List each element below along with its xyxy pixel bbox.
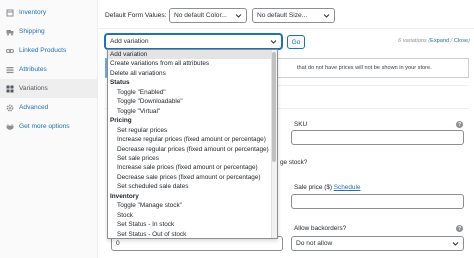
truck-icon: [6, 28, 14, 36]
variation-count-text: 6 variations: [398, 38, 427, 44]
notice-text: that do not have prices will not be show…: [297, 65, 432, 71]
gear-icon: [6, 104, 14, 112]
dropdown-group-label: Status: [110, 79, 130, 87]
default-size-value: No default Size...: [257, 12, 308, 19]
default-color-value: No default Color...: [174, 12, 227, 19]
tab-label: Inventory: [19, 9, 47, 16]
dropdown-option[interactable]: Toggle "Downloadable": [108, 97, 277, 106]
chevron-down-icon: [323, 14, 330, 18]
chevron-down-icon: [235, 14, 242, 18]
scrollbar-thumb[interactable]: [272, 52, 276, 162]
tab-label: Attributes: [19, 66, 47, 73]
grid-icon: [6, 85, 14, 93]
backorders-label: Allow backorders?: [294, 225, 347, 232]
tab-label: Shipping: [19, 28, 45, 35]
sku-label: SKU: [294, 121, 308, 128]
plugin-icon: [6, 123, 14, 131]
tab-advanced[interactable]: Advanced: [0, 98, 97, 117]
tab-variations[interactable]: Variations: [0, 79, 97, 98]
default-color-select[interactable]: No default Color...: [169, 8, 247, 23]
schedule-link[interactable]: Schedule: [334, 184, 361, 191]
dropdown-option[interactable]: Set sale prices: [108, 154, 277, 163]
product-data-tabs: Inventory Shipping Linked Products Attri…: [0, 0, 98, 258]
tab-inventory[interactable]: Inventory: [0, 3, 97, 22]
sale-price-input[interactable]: [291, 194, 464, 209]
tab-label: Get more options: [19, 123, 70, 130]
chevron-down-icon: [270, 40, 277, 44]
expand-link[interactable]: Expand: [430, 38, 449, 44]
tab-label: Linked Products: [19, 47, 67, 54]
bulk-action-dropdown: Add variation Create variations from all …: [107, 49, 278, 239]
divider: [98, 28, 474, 29]
default-size-select[interactable]: No default Size...: [252, 8, 335, 23]
dropdown-option[interactable]: Stock: [108, 211, 277, 220]
dropdown-group-label: Inventory: [110, 192, 139, 200]
tab-label: Variations: [19, 85, 48, 92]
go-button[interactable]: Go: [287, 35, 305, 49]
sale-price-label: Sale price ($) Schedule: [294, 184, 361, 191]
list-icon: [6, 66, 14, 74]
dropdown-option[interactable]: Set regular prices: [108, 126, 277, 135]
help-icon[interactable]: ?: [456, 121, 463, 128]
manage-stock-label: ge stock?: [280, 159, 308, 166]
help-icon[interactable]: ?: [456, 225, 463, 232]
backorders-value: Do not allow: [296, 240, 333, 247]
variation-count: 6 variations (Expand / Close): [398, 38, 470, 44]
dropdown-option[interactable]: Toggle "Enabled": [108, 88, 277, 97]
dropdown-option[interactable]: Decrease regular prices (fixed amount or…: [108, 145, 277, 154]
sku-input[interactable]: [291, 130, 464, 145]
dropdown-option[interactable]: Create variations from all attributes: [108, 59, 277, 68]
dropdown-option[interactable]: Toggle "Virtual": [108, 107, 277, 116]
dropdown-option[interactable]: Delete all variations: [108, 69, 277, 78]
dropdown-option[interactable]: Toggle "Manage stock": [108, 201, 277, 210]
backorders-select[interactable]: Do not allow: [291, 236, 464, 251]
dropdown-option[interactable]: Add variation: [108, 50, 277, 59]
link-icon: [6, 47, 14, 55]
default-form-values-label: Default Form Values:: [105, 12, 167, 19]
dropdown-group-label: Pricing: [110, 117, 132, 125]
scrollbar[interactable]: [271, 50, 277, 238]
tab-attributes[interactable]: Attributes: [0, 60, 97, 79]
dropdown-option[interactable]: Increase regular prices (fixed amount or…: [108, 135, 277, 144]
dropdown-option[interactable]: Increase sale prices (fixed amount or pe…: [108, 163, 277, 172]
dropdown-option[interactable]: Set Status - Out of stock: [108, 230, 277, 238]
tab-linked-products[interactable]: Linked Products: [0, 41, 97, 60]
chevron-down-icon: [452, 242, 459, 246]
inventory-icon: [6, 9, 14, 17]
bulk-action-value: Add variation: [110, 38, 149, 45]
tab-shipping[interactable]: Shipping: [0, 22, 97, 41]
bulk-action-select[interactable]: Add variation: [105, 34, 282, 49]
dropdown-option[interactable]: Set Status - In stock: [108, 220, 277, 229]
dropdown-option[interactable]: Decrease sale prices (fixed amount or pe…: [108, 173, 277, 182]
close-link[interactable]: Close: [454, 38, 468, 44]
tab-label: Advanced: [19, 104, 49, 111]
tab-get-more-options[interactable]: Get more options: [0, 117, 97, 136]
dropdown-option[interactable]: Set scheduled sale dates: [108, 182, 277, 191]
